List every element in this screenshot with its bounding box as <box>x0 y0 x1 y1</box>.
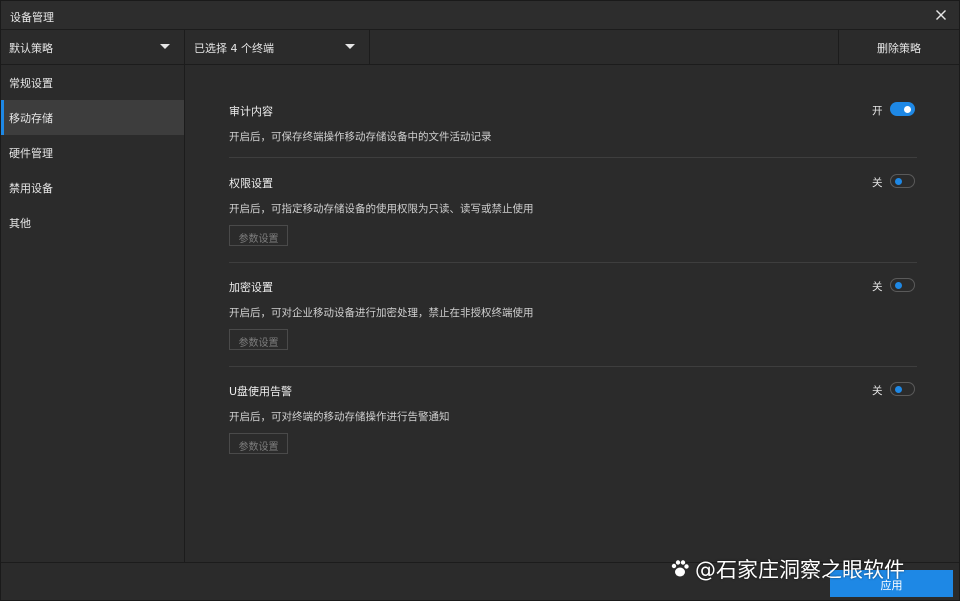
settings-panel: 审计内容 开启后，可保存终端操作移动存储设备中的文件活动记录 开 权限设置 开启… <box>186 65 959 562</box>
sidebar-item-other[interactable]: 其他 <box>1 205 184 240</box>
watermark: @石家庄洞察之眼软件 <box>669 553 905 585</box>
encryption-toggle[interactable] <box>890 278 915 292</box>
window-title: 设备管理 <box>10 11 54 24</box>
sidebar-item-hardware[interactable]: 硬件管理 <box>1 135 184 170</box>
audit-toggle[interactable] <box>890 102 915 116</box>
param-button-label: 参数设置 <box>238 442 279 453</box>
divider <box>229 157 917 158</box>
usb-alert-param-button[interactable]: 参数设置 <box>229 433 288 454</box>
sidebar-item-label: 常规设置 <box>9 77 53 90</box>
param-button-label: 参数设置 <box>238 338 279 349</box>
toggle-state-label: 关 <box>872 177 883 189</box>
title-bar: 设备管理 <box>1 1 959 30</box>
divider <box>229 262 917 263</box>
sidebar: 常规设置 移动存储 硬件管理 禁用设备 其他 <box>1 65 185 562</box>
close-icon <box>936 10 946 20</box>
delete-policy-button[interactable]: 删除策略 <box>838 30 959 64</box>
toggle-knob <box>895 177 902 185</box>
close-button[interactable] <box>931 5 951 25</box>
toggle-state-label: 关 <box>872 385 883 397</box>
permission-param-button[interactable]: 参数设置 <box>229 225 288 246</box>
toggle-knob <box>895 281 902 289</box>
usb-alert-toggle-group: 关 <box>872 382 917 398</box>
permission-toggle[interactable] <box>890 174 915 188</box>
encryption-settings-section: 加密设置 开启后，可对企业移动设备进行加密处理，禁止在非授权终端使用 参数设置 … <box>229 278 917 354</box>
caret-down-icon <box>160 44 170 49</box>
toggle-knob <box>895 385 902 393</box>
paw-logo-icon <box>671 560 689 577</box>
divider <box>229 366 917 367</box>
section-description: 开启后，可保存终端操作移动存储设备中的文件活动记录 <box>229 131 492 143</box>
sidebar-item-general[interactable]: 常规设置 <box>1 65 184 100</box>
usb-alert-section: U盘使用告警 开启后，可对终端的移动存储操作进行告警通知 参数设置 关 <box>229 382 917 458</box>
terminal-dropdown[interactable]: 已选择 4 个终端 <box>186 30 370 64</box>
sidebar-item-label: 其他 <box>9 217 31 230</box>
section-description: 开启后，可指定移动存储设备的使用权限为只读、读写或禁止使用 <box>229 203 534 215</box>
usb-alert-toggle[interactable] <box>890 382 915 396</box>
section-title: 审计内容 <box>229 105 273 118</box>
sidebar-item-label: 硬件管理 <box>9 147 53 160</box>
toolbar: 默认策略 已选择 4 个终端 删除策略 <box>1 30 959 65</box>
terminal-dropdown-value: 已选择 4 个终端 <box>194 42 274 55</box>
audit-content-section: 审计内容 开启后，可保存终端操作移动存储设备中的文件活动记录 开 <box>229 102 917 153</box>
policy-dropdown-value: 默认策略 <box>9 42 53 55</box>
permission-toggle-group: 关 <box>872 174 917 190</box>
policy-dropdown[interactable]: 默认策略 <box>1 30 185 64</box>
permission-settings-section: 权限设置 开启后，可指定移动存储设备的使用权限为只读、读写或禁止使用 参数设置 … <box>229 174 917 250</box>
caret-down-icon <box>345 44 355 49</box>
section-title: 加密设置 <box>229 281 273 294</box>
param-button-label: 参数设置 <box>238 234 279 245</box>
watermark-text: @石家庄洞察之眼软件 <box>695 558 905 582</box>
section-description: 开启后，可对终端的移动存储操作进行告警通知 <box>229 411 450 423</box>
sidebar-item-label: 移动存储 <box>9 112 53 125</box>
section-title: U盘使用告警 <box>229 385 293 398</box>
section-title: 权限设置 <box>229 177 273 190</box>
sidebar-item-removable-storage[interactable]: 移动存储 <box>1 100 184 135</box>
audit-toggle-group: 开 <box>872 102 917 118</box>
device-management-window: 设备管理 默认策略 已选择 4 个终端 删除策略 常规设置 移动存储 硬件管理 <box>0 0 960 601</box>
encryption-toggle-group: 关 <box>872 278 917 294</box>
section-description: 开启后，可对企业移动设备进行加密处理，禁止在非授权终端使用 <box>229 307 534 319</box>
toggle-state-label: 关 <box>872 281 883 293</box>
sidebar-item-label: 禁用设备 <box>9 182 53 195</box>
encryption-param-button[interactable]: 参数设置 <box>229 329 288 350</box>
toggle-knob <box>904 105 911 113</box>
toggle-state-label: 开 <box>872 105 883 117</box>
delete-policy-label: 删除策略 <box>877 42 921 55</box>
sidebar-item-disabled-devices[interactable]: 禁用设备 <box>1 170 184 205</box>
